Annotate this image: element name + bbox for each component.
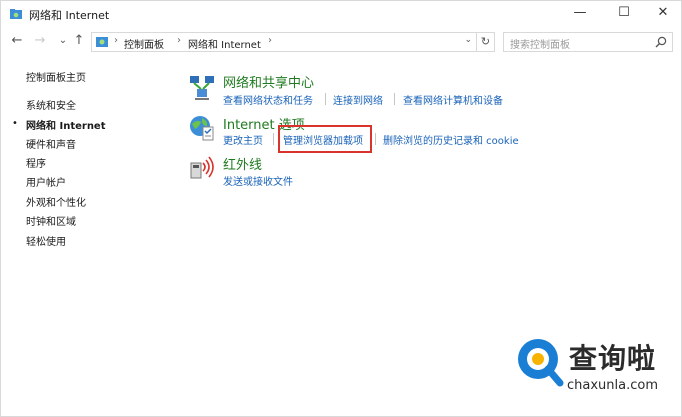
address-dropdown-chevron-icon[interactable]: ⌄ [464,35,472,45]
control-panel-window: 网络和 Internet — ☐ ✕ ← → ⌄ ↑ › 控制面板 › 网络和 … [0,0,682,417]
search-input[interactable]: 搜索控制面板 [503,32,673,52]
search-icon[interactable] [655,36,667,48]
sidebar-control-panel-home[interactable]: 控制面板主页 [26,69,86,84]
link-view-network-computers[interactable]: 查看网络计算机和设备 [403,92,503,107]
title-bar: 网络和 Internet — ☐ ✕ [1,1,681,27]
watermark-logo-icon [518,339,564,387]
forward-arrow-icon[interactable]: → [32,32,48,50]
sidebar-item-user-accounts[interactable]: 用户帐户 [26,174,66,189]
link-connect-to-network[interactable]: 连接到网络 [333,92,383,107]
category-title-network-sharing[interactable]: 网络和共享中心 [223,72,314,91]
address-bar[interactable]: › 控制面板 › 网络和 Internet › ⌄ [91,32,477,52]
search-placeholder: 搜索控制面板 [510,40,570,51]
refresh-button[interactable]: ↻ [477,32,495,52]
sidebar-item-ease-of-access[interactable]: 轻松使用 [26,233,66,248]
sidebar-item-hardware-sound[interactable]: 硬件和声音 [26,136,76,151]
link-view-network-status[interactable]: 查看网络状态和任务 [223,92,313,107]
sidebar-item-network-internet[interactable]: 网络和 Internet [26,117,106,132]
watermark-url: chaxunla.com [567,378,658,393]
link-delete-browsing-history[interactable]: 删除浏览的历史记录和 cookie [383,132,519,147]
up-arrow-icon[interactable]: ↑ [71,32,87,50]
link-separator [273,133,274,145]
breadcrumb-separator: › [177,35,181,46]
window-title: 网络和 Internet [29,9,110,22]
maximize-button[interactable]: ☐ [613,3,635,23]
link-change-homepage[interactable]: 更改主页 [223,132,263,147]
breadcrumb-network-internet[interactable]: 网络和 Internet [188,36,261,51]
breadcrumb-separator: › [268,35,272,46]
category-title-infrared[interactable]: 红外线 [223,154,262,173]
breadcrumb-separator: › [114,35,118,46]
recent-locations-chevron-icon[interactable]: ⌄ [55,32,71,50]
infrared-icon[interactable] [187,151,217,181]
navigation-bar: ← → ⌄ ↑ › 控制面板 › 网络和 Internet › ⌄ ↻ 搜索控制… [1,29,681,55]
network-folder-icon [10,9,22,19]
sidebar-item-system-security[interactable]: 系统和安全 [26,97,76,112]
link-separator [394,93,395,105]
network-sharing-icon[interactable] [187,73,217,103]
breadcrumb-control-panel[interactable]: 控制面板 [124,36,164,51]
minimize-button[interactable]: — [569,3,591,23]
control-panel-icon [96,37,108,47]
watermark-name: 查询啦 [569,342,657,375]
link-separator [375,133,376,145]
active-marker: • [12,118,18,129]
link-send-receive-files[interactable]: 发送或接收文件 [223,173,293,188]
internet-options-icon[interactable] [187,113,217,143]
sidebar-item-programs[interactable]: 程序 [26,155,46,170]
close-button[interactable]: ✕ [652,3,674,23]
highlight-box [278,125,372,153]
sidebar-item-appearance[interactable]: 外观和个性化 [26,194,86,209]
sidebar-item-clock-region[interactable]: 时钟和区域 [26,213,76,228]
back-arrow-icon[interactable]: ← [9,32,25,50]
link-separator [325,93,326,105]
